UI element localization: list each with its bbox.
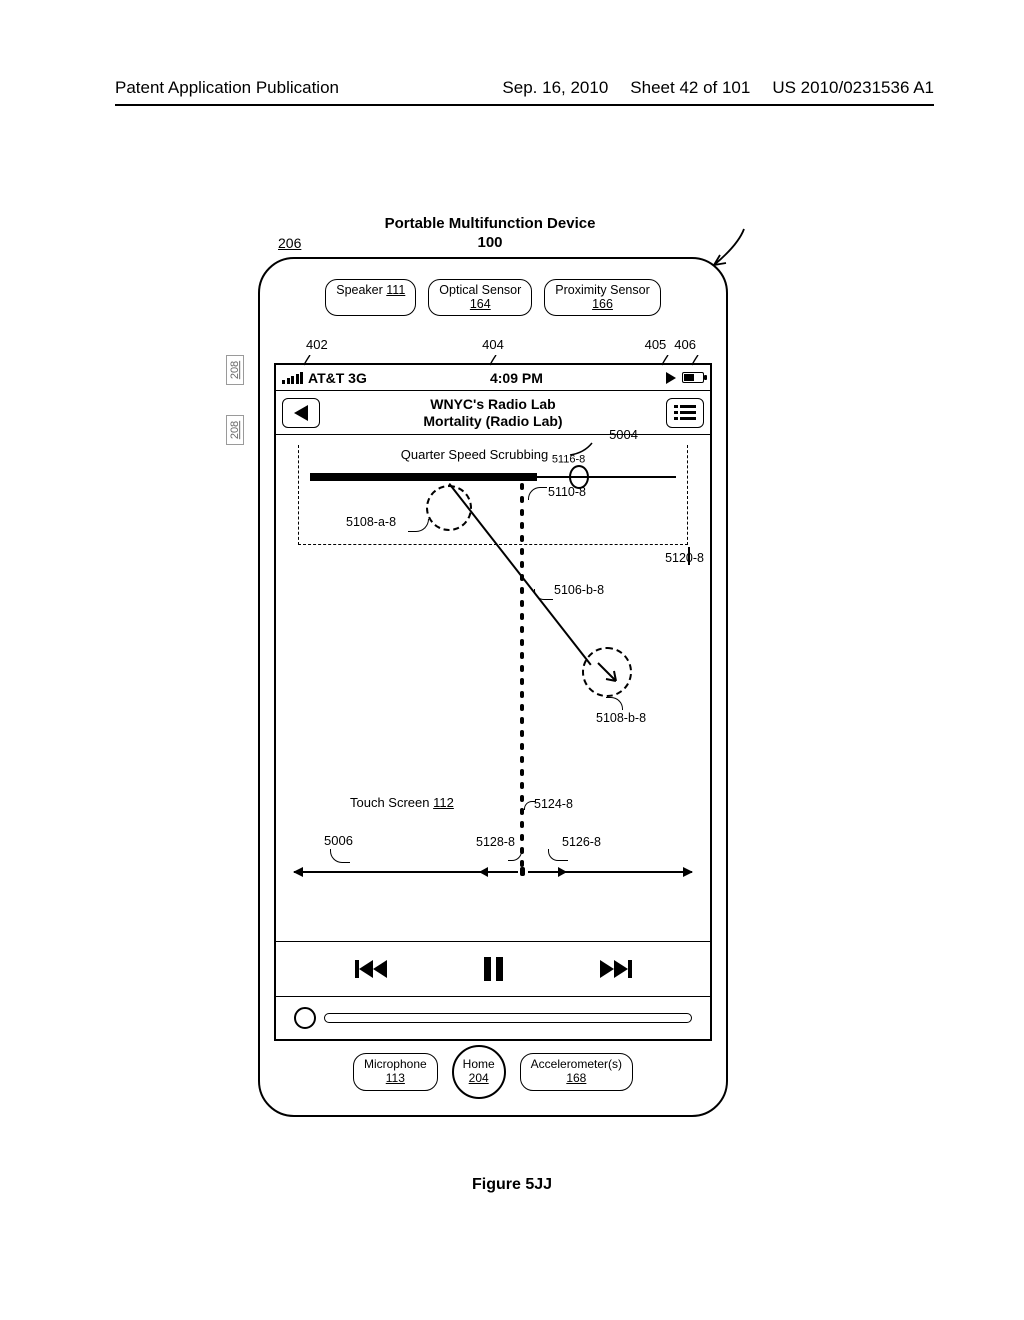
triangle-right-icon — [600, 960, 614, 978]
nav-bar: WNYC's Radio Lab Mortality (Radio Lab) — [276, 391, 710, 435]
ref-402: 402 — [306, 337, 328, 352]
status-bar: AT&T 3G 4:09 PM — [276, 365, 710, 391]
figure-caption: Figure 5JJ — [0, 1176, 1024, 1194]
callout-arrow-icon — [696, 225, 756, 275]
ref-5106-b-8: 5106-b-8 — [554, 583, 604, 597]
ref-404: 404 — [482, 337, 504, 352]
play-indicator-icon — [666, 372, 676, 384]
clock: 4:09 PM — [490, 370, 543, 386]
horizontal-arrows — [294, 865, 692, 881]
pub-date: Sep. 16, 2010 — [502, 78, 608, 98]
figure: Portable Multifunction Device 100 206 20… — [230, 215, 750, 1117]
home-button[interactable]: Home 204 — [452, 1045, 506, 1099]
center-dot — [520, 867, 525, 876]
ref-5126-8: 5126-8 — [562, 835, 601, 849]
pause-bar-icon — [496, 957, 503, 981]
ref-208-b: 208 — [226, 415, 244, 445]
next-button[interactable] — [600, 960, 632, 978]
media-controls — [276, 941, 710, 997]
tracklist-button[interactable] — [666, 398, 704, 428]
doc-number: US 2010/0231536 A1 — [772, 78, 934, 98]
ref-5128-8: 5128-8 — [476, 835, 515, 849]
back-button[interactable] — [282, 398, 320, 428]
pause-bar-icon — [484, 957, 491, 981]
carrier-label: AT&T 3G — [308, 370, 367, 386]
proximity-sensor-label: Proximity Sensor 166 — [544, 279, 660, 316]
content-area: 5004 Quarter Speed Scrubbing 5116-8 5108… — [276, 435, 710, 941]
ref-5126-hook — [548, 849, 568, 861]
arrow-left-short-icon — [480, 871, 518, 873]
bar-icon — [628, 960, 632, 978]
triangle-left-icon — [373, 960, 387, 978]
ref-406: 406 — [674, 337, 696, 352]
list-icon — [674, 405, 696, 420]
triangle-right-icon — [614, 960, 628, 978]
volume-track[interactable] — [324, 1013, 692, 1023]
ref-5108-b-8: 5108-b-8 — [596, 711, 646, 725]
scrubbing-label: Quarter Speed Scrubbing 5116-8 — [276, 447, 710, 466]
volume-knob[interactable] — [294, 1007, 316, 1029]
previous-button[interactable] — [355, 960, 387, 978]
nav-title: WNYC's Radio Lab Mortality (Radio Lab) — [326, 396, 660, 429]
touchscreen[interactable]: AT&T 3G 4:09 PM WNYC's Radio Lab Mortali… — [274, 363, 712, 1041]
ref-405: 405 — [645, 337, 667, 352]
speaker-label: Speaker 111 — [325, 279, 416, 316]
page-header: Patent Application Publication Sep. 16, … — [115, 78, 934, 98]
volume-row — [276, 997, 710, 1039]
triangle-left-icon — [359, 960, 373, 978]
scrubber-progress — [310, 473, 537, 481]
arrowhead-in-circle-icon — [596, 661, 622, 687]
ref-5108-a-8: 5108-a-8 — [346, 515, 396, 529]
scrubber-track[interactable] — [310, 473, 676, 481]
ref-5124-8: 5124-8 — [534, 797, 573, 811]
ref-208-a: 208 — [226, 355, 244, 385]
optical-sensor-label: Optical Sensor 164 — [428, 279, 532, 316]
ref-5120-leader — [688, 547, 690, 565]
figure-title: Portable Multifunction Device — [230, 215, 750, 232]
arrow-left-long-icon — [294, 871, 494, 873]
pause-button[interactable] — [484, 957, 503, 981]
arrow-right-short-icon — [528, 871, 566, 873]
header-rule — [115, 104, 934, 106]
ref-5116-8: 5116-8 — [552, 454, 585, 466]
touch-a-dashed-circle — [426, 485, 472, 531]
device-ref-number: 100 — [230, 234, 750, 251]
device-top-sensors: Speaker 111 Optical Sensor 164 Proximity… — [260, 279, 726, 316]
battery-icon — [682, 372, 704, 383]
back-arrow-icon — [294, 405, 308, 421]
status-refs: 402 404 405 406 — [260, 337, 726, 352]
ref-5006: 5006 — [324, 833, 353, 848]
device-outline: 206 208 208 Speaker 111 Optical Sensor 1… — [258, 257, 728, 1117]
microphone-label: Microphone 113 — [353, 1053, 438, 1091]
device-bottom-row: Microphone 113 Home 204 Accelerometer(s)… — [260, 1045, 726, 1099]
ref-206: 206 — [278, 235, 301, 251]
scrubber-remaining — [537, 476, 676, 478]
publication-label: Patent Application Publication — [115, 78, 339, 98]
ref-5110-8: 5110-8 — [548, 485, 586, 499]
vertical-dotted-path — [520, 483, 523, 883]
ref-5120-8: 5120-8 — [665, 551, 704, 565]
ref-5004: 5004 — [609, 427, 638, 442]
accelerometer-label: Accelerometer(s) 168 — [520, 1053, 633, 1091]
touchscreen-label: Touch Screen 112 — [350, 795, 454, 810]
sheet-label: Sheet 42 of 101 — [630, 78, 750, 98]
ref-5006-hook — [330, 849, 350, 863]
signal-icon — [282, 372, 303, 384]
